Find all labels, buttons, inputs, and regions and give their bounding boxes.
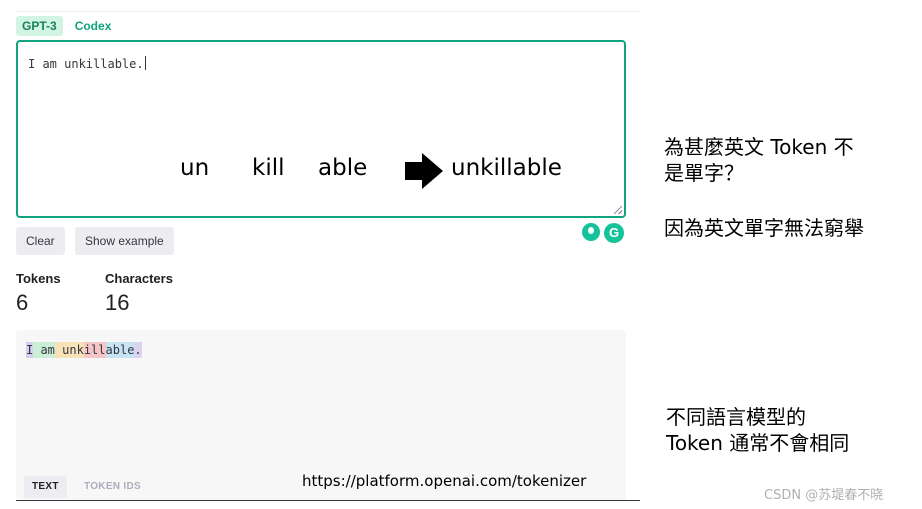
grammarly-widget[interactable]: G <box>582 223 624 243</box>
show-example-button[interactable]: Show example <box>75 227 174 255</box>
grammarly-icon[interactable]: G <box>604 223 624 243</box>
right-arrow-icon <box>405 153 443 189</box>
top-divider <box>16 11 640 12</box>
characters-label: Characters <box>105 271 173 286</box>
token: unk <box>54 342 84 358</box>
piece-kill: kill <box>252 155 285 181</box>
question-line-2: 是單字？ <box>664 161 744 185</box>
token: able <box>105 342 135 358</box>
difference-line-2: Token 通常不會相同 <box>666 431 850 455</box>
characters-count: 16 <box>105 290 130 315</box>
tokens-label: Tokens <box>16 271 61 286</box>
difference-note: 不同語言模型的 Token 通常不會相同 <box>666 404 849 456</box>
tab-text[interactable]: TEXT <box>24 476 67 498</box>
tab-token-ids[interactable]: TOKEN IDS <box>76 476 149 498</box>
clear-button[interactable]: Clear <box>16 227 65 255</box>
token: I <box>26 342 34 358</box>
tab-codex[interactable]: Codex <box>69 16 118 36</box>
tokenizer-url: https://platform.openai.com/tokenizer <box>302 472 587 490</box>
question-note: 為甚麼英文 Token 不 是單字？ <box>664 134 854 186</box>
piece-un: un <box>180 155 210 181</box>
answer-note: 因為英文單字無法窮舉 <box>664 216 864 240</box>
tab-gpt3[interactable]: GPT-3 <box>16 16 63 36</box>
question-line-1: 為甚麼英文 Token 不 <box>664 135 854 159</box>
token: . <box>134 342 142 358</box>
token: am <box>33 342 55 358</box>
watermark: CSDN @苏堤春不晓 <box>764 488 884 503</box>
tokens-count: 6 <box>16 290 29 315</box>
bottom-divider <box>16 500 640 501</box>
editor-text[interactable]: I am unkillable. <box>28 56 146 71</box>
token-highlight-line: I am unk ill able. <box>26 342 142 358</box>
piece-result: unkillable <box>451 155 562 181</box>
editor-value: I am unkillable. <box>28 57 144 71</box>
lightbulb-icon[interactable] <box>582 223 600 241</box>
piece-able: able <box>318 155 368 181</box>
difference-line-1: 不同語言模型的 <box>666 405 806 429</box>
token: ill <box>83 342 106 358</box>
text-caret <box>144 56 146 70</box>
text-input-area[interactable]: I am unkillable. un kill able unkillable… <box>16 40 626 243</box>
model-tabs: GPT-3 Codex <box>16 16 117 36</box>
resize-handle[interactable] <box>614 206 622 214</box>
